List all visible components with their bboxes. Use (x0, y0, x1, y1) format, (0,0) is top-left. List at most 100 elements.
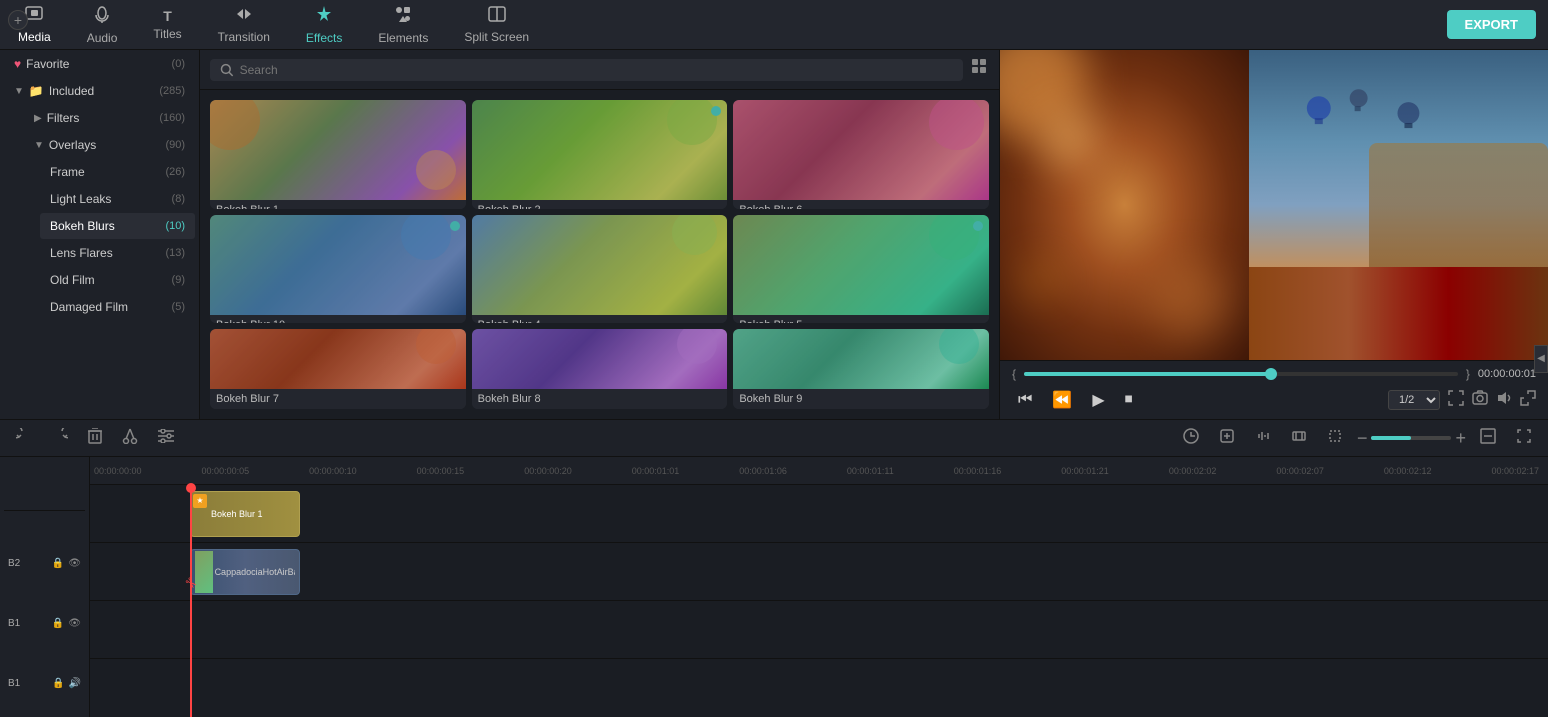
redo-button[interactable] (46, 425, 74, 452)
sidebar-item-old-film[interactable]: Old Film (9) (40, 267, 195, 293)
effect-card-bokeh-blur-4[interactable]: Bokeh Blur 4 (472, 215, 728, 324)
ruler-tick-8: 00:00:01:16 (954, 466, 1002, 476)
panel-collapse-button[interactable]: ◀ (1534, 345, 1548, 373)
delete-button[interactable] (82, 425, 108, 452)
timeline-track-labels: + B2 🔒 👁 B1 🔒 👁 B1 🔒 🔊 (0, 457, 90, 717)
progress-bar[interactable] (1024, 372, 1458, 376)
effect-card-bokeh-blur-10[interactable]: Bokeh Blur 10 (210, 215, 466, 324)
settings-button[interactable] (152, 426, 180, 451)
transition-label: Transition (218, 30, 270, 44)
zoom-in-button[interactable]: + (1455, 428, 1466, 449)
progress-fill (1024, 372, 1271, 376)
nav-splitscreen[interactable]: Split Screen (446, 0, 547, 49)
favorite-count: (0) (172, 58, 185, 70)
track-lock-icon[interactable]: 🔒 (52, 558, 64, 569)
effect-card-bokeh-blur-1[interactable]: Bokeh Blur 1 (210, 100, 466, 209)
nav-effects[interactable]: Effects (288, 0, 360, 49)
nav-titles[interactable]: T Titles (135, 0, 199, 49)
sidebar-item-included[interactable]: ▼ 📁 Included (285) (4, 78, 195, 104)
frame-back-button[interactable]: ⏪ (1046, 387, 1078, 413)
progress-thumb[interactable] (1265, 368, 1277, 380)
clip-video-thumb (195, 551, 213, 593)
stop-button[interactable]: ⏹ (1119, 388, 1139, 412)
preview-panel: { } 00:00:00:01 ⏮ ⏪ ▶ ⏹ 1/2 1/1 Full (1000, 50, 1548, 419)
play-button[interactable]: ▶ (1086, 387, 1110, 413)
elements-label: Elements (378, 31, 428, 45)
search-box[interactable] (210, 59, 963, 81)
track-2-eye-icon[interactable]: 👁 (68, 618, 81, 629)
clip-label-bokeh-blur-1: Bokeh Blur 1 (211, 509, 263, 519)
bokeh-blurs-label: Bokeh Blurs (50, 219, 165, 233)
color-correct-icon[interactable] (1285, 425, 1313, 452)
effect-card-bokeh-blur-5[interactable]: Bokeh Blur 5 (733, 215, 989, 324)
nav-elements[interactable]: Elements (360, 0, 446, 49)
grid-view-icon[interactable] (971, 58, 989, 81)
clip-star-badge: ★ (193, 494, 207, 508)
snapshot-icon[interactable] (1472, 390, 1488, 411)
track-3-lock-icon[interactable]: 🔒 (52, 678, 64, 689)
effect-card-bokeh-blur-6[interactable]: Bokeh Blur 6 (733, 100, 989, 209)
playhead-handle[interactable] (186, 483, 196, 493)
playhead[interactable] (190, 485, 192, 717)
effect-label-bokeh-blur-7: Bokeh Blur 7 (210, 389, 466, 409)
sidebar-item-favorite[interactable]: ♥ Favorite (0) (4, 51, 195, 77)
sidebar-item-overlays[interactable]: ▼ Overlays (90) (24, 132, 195, 158)
included-label: Included (49, 84, 159, 98)
sidebar-item-lens-flares[interactable]: Lens Flares (13) (40, 240, 195, 266)
bokeh-blurs-count: (10) (165, 220, 185, 232)
ratio-select[interactable]: 1/2 1/1 Full (1388, 390, 1440, 410)
stabilize-icon[interactable] (1213, 425, 1241, 452)
crop-icon[interactable] (1321, 425, 1349, 452)
undo-button[interactable] (10, 425, 38, 452)
cut-button[interactable] (116, 425, 144, 452)
effects-icon (315, 5, 333, 28)
sidebar-item-bokeh-blurs[interactable]: Bokeh Blurs (10) (40, 213, 195, 239)
export-button[interactable]: EXPORT (1447, 10, 1536, 39)
timeline-main[interactable]: 00:00:00:00 00:00:00:05 00:00:00:10 00:0… (90, 457, 1548, 717)
sidebar-item-damaged-film[interactable]: Damaged Film (5) (40, 294, 195, 320)
skip-back-button[interactable]: ⏮ (1012, 388, 1038, 412)
clip-video-cappadocia[interactable]: CappadociaHotAirBa... (190, 549, 300, 595)
fit-to-window-button[interactable] (1474, 425, 1502, 452)
effect-label-bokeh-blur-8: Bokeh Blur 8 (472, 389, 728, 409)
effect-card-bokeh-blur-9[interactable]: Bokeh Blur 9 (733, 329, 989, 409)
sidebar-item-light-leaks[interactable]: Light Leaks (8) (40, 186, 195, 212)
ruler-tick-0: 00:00:00:00 (94, 466, 142, 476)
track-1-controls: 🔒 👁 (52, 558, 81, 569)
zoom-out-button[interactable]: − (1357, 428, 1368, 449)
expand-icon[interactable] (1520, 390, 1536, 411)
effects-toolbar (200, 50, 999, 90)
fullscreen-icon[interactable] (1448, 390, 1464, 411)
volume-icon[interactable] (1496, 390, 1512, 411)
effect-card-bokeh-blur-8[interactable]: Bokeh Blur 8 (472, 329, 728, 409)
track-3-volume-icon[interactable]: 🔊 (69, 678, 81, 689)
audio-icon (94, 5, 110, 28)
nav-audio[interactable]: Audio (69, 0, 136, 49)
media-icon (25, 6, 43, 27)
bracket-start: { (1012, 367, 1016, 381)
preview-right-video (1249, 50, 1548, 360)
sidebar-item-frame[interactable]: Frame (26) (40, 159, 195, 185)
lens-flares-label: Lens Flares (50, 246, 165, 260)
track-2-lock-icon[interactable]: 🔒 (52, 618, 64, 629)
effect-card-bokeh-blur-7[interactable]: Bokeh Blur 7 (210, 329, 466, 409)
fullscreen-timeline-button[interactable] (1510, 425, 1538, 452)
sidebar-item-filters[interactable]: ▶ Filters (160) (24, 105, 195, 131)
preview-area (1000, 50, 1548, 360)
ruler-tick-12: 00:00:02:12 (1384, 466, 1432, 476)
clip-label-video: CappadociaHotAirBa... (215, 567, 295, 577)
nav-transition[interactable]: Transition (200, 0, 288, 49)
add-track-button[interactable]: + (8, 10, 28, 30)
track-eye-icon[interactable]: 👁 (68, 558, 81, 569)
search-input[interactable] (240, 63, 953, 77)
zoom-slider[interactable] (1371, 436, 1451, 440)
elements-icon (394, 5, 412, 28)
speed-icon[interactable] (1177, 425, 1205, 452)
audio-enhance-icon[interactable] (1249, 425, 1277, 452)
track-row-2: CappadociaHotAirBa... ✂ (90, 543, 1548, 601)
transition-icon (235, 6, 253, 27)
track-3-id: B1 (8, 678, 20, 689)
effect-card-bokeh-blur-2[interactable]: Bokeh Blur 2 (472, 100, 728, 209)
clip-bokeh-blur-1[interactable]: ★ Bokeh Blur 1 (190, 491, 300, 537)
effects-grid: Bokeh Blur 1 Bokeh Blur 2 Bokeh Blur 6 (200, 90, 999, 419)
